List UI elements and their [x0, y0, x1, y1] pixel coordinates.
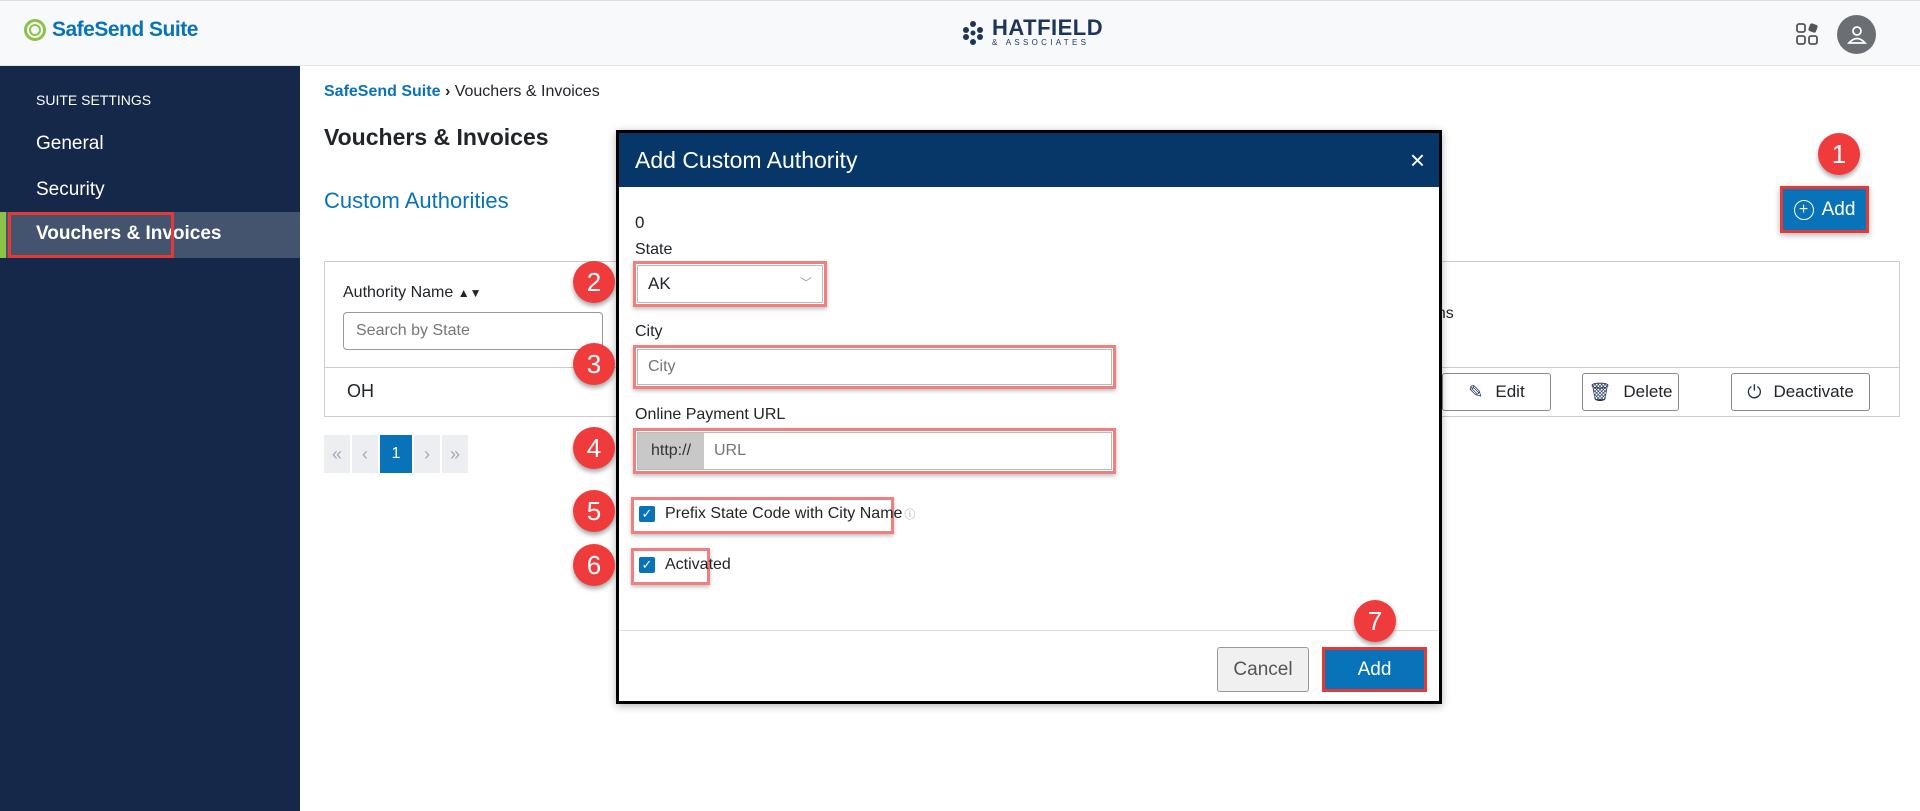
column-label: Authority Name	[343, 284, 454, 301]
company-sub: & ASSOCIATES	[992, 38, 1090, 47]
hatfield-logo-icon	[963, 20, 983, 45]
url-prefix: http://	[638, 433, 704, 469]
company-name: HATFIELD	[992, 15, 1104, 40]
cancel-button[interactable]: Cancel	[1217, 647, 1309, 692]
url-input-group: http://	[637, 432, 1112, 470]
brand-logo[interactable]: SafeSend Suite	[24, 18, 198, 42]
modal-header: Add Custom Authority ×	[619, 133, 1439, 187]
modal-add-button[interactable]: Add	[1322, 647, 1427, 692]
safesend-logo-icon	[24, 19, 46, 41]
highlight-box	[8, 212, 174, 258]
sort-icon[interactable]: ▲▼	[458, 286, 482, 300]
pencil-icon: ✎	[1468, 381, 1484, 402]
deactivate-button[interactable]: ⏻ Deactivate	[1731, 373, 1870, 411]
add-authority-button[interactable]: + Add	[1780, 186, 1869, 233]
add-label: Add	[1821, 198, 1856, 220]
activated-label: Activated	[665, 556, 731, 573]
page-1-button[interactable]: 1	[380, 435, 412, 473]
breadcrumb-root[interactable]: SafeSend Suite	[324, 83, 440, 100]
apps-grid-icon[interactable]	[1795, 22, 1819, 46]
sidebar-heading: SUITE SETTINGS	[36, 92, 152, 108]
step-badge-1: 1	[1818, 133, 1860, 175]
url-input[interactable]	[704, 433, 1111, 469]
edit-label: Edit	[1495, 382, 1525, 401]
power-icon: ⏻	[1747, 381, 1762, 402]
breadcrumb-separator: ›	[444, 83, 451, 100]
close-icon[interactable]: ×	[1410, 145, 1425, 176]
plus-circle-icon: +	[1793, 199, 1814, 220]
add-custom-authority-modal: Add Custom Authority × 0 State AK ﹀ City O…	[616, 130, 1442, 704]
table-row-name: OH	[347, 381, 374, 401]
delete-label: Delete	[1623, 382, 1673, 401]
info-icon[interactable]: ⓘ	[904, 506, 915, 522]
first-page-button[interactable]: «	[324, 435, 350, 473]
checkbox-checked-icon[interactable]: ✓	[639, 557, 655, 573]
deactivate-label: Deactivate	[1773, 382, 1854, 401]
user-icon	[1846, 25, 1867, 44]
breadcrumb-current: Vouchers & Invoices	[454, 83, 600, 100]
chevron-down-icon: ﹀	[799, 276, 812, 290]
avatar[interactable]	[1837, 15, 1876, 54]
section-title: Custom Authorities	[324, 188, 509, 213]
step-badge-4: 4	[573, 427, 615, 469]
prefix-state-checkbox[interactable]: ✓ Prefix State Code with City Name ⓘ	[639, 505, 915, 523]
prefix-label: Prefix State Code with City Name	[665, 505, 903, 522]
brand-name: SafeSend Suite	[52, 18, 198, 41]
city-input[interactable]	[637, 349, 1112, 385]
modal-footer-divider	[619, 630, 1439, 631]
city-label: City	[635, 323, 663, 340]
column-header-authority-name[interactable]: Authority Name ▲▼	[343, 284, 481, 302]
step-badge-3: 3	[573, 343, 615, 385]
trash-icon: 🗑	[1588, 381, 1612, 402]
breadcrumb: SafeSend Suite › Vouchers & Invoices	[324, 83, 600, 101]
sidebar	[0, 66, 300, 811]
checkbox-checked-icon[interactable]: ✓	[639, 506, 655, 522]
modal-title: Add Custom Authority	[635, 147, 858, 173]
step-badge-6: 6	[573, 544, 615, 586]
company-logo: HATFIELD & ASSOCIATES	[960, 15, 1104, 47]
count-text: 0	[635, 213, 645, 232]
step-badge-7: 7	[1354, 600, 1396, 642]
url-label: Online Payment URL	[635, 406, 786, 423]
activated-checkbox[interactable]: ✓ Activated	[639, 556, 731, 574]
state-select[interactable]: AK ﹀	[637, 265, 823, 303]
sidebar-item-general[interactable]: General	[36, 133, 104, 155]
sidebar-item-security[interactable]: Security	[36, 179, 105, 201]
step-badge-5: 5	[573, 490, 615, 532]
prev-page-button[interactable]: ‹	[352, 435, 378, 473]
edit-button[interactable]: ✎ Edit	[1442, 373, 1551, 411]
step-badge-2: 2	[573, 261, 615, 303]
page-title: Vouchers & Invoices	[324, 124, 549, 150]
next-page-button[interactable]: ›	[414, 435, 440, 473]
delete-button[interactable]: 🗑 Delete	[1582, 373, 1679, 411]
state-value: AK	[648, 274, 671, 293]
search-input[interactable]	[343, 312, 603, 350]
state-label: State	[635, 241, 673, 258]
last-page-button[interactable]: »	[442, 435, 468, 473]
pagination: « ‹ 1 › »	[324, 435, 468, 473]
